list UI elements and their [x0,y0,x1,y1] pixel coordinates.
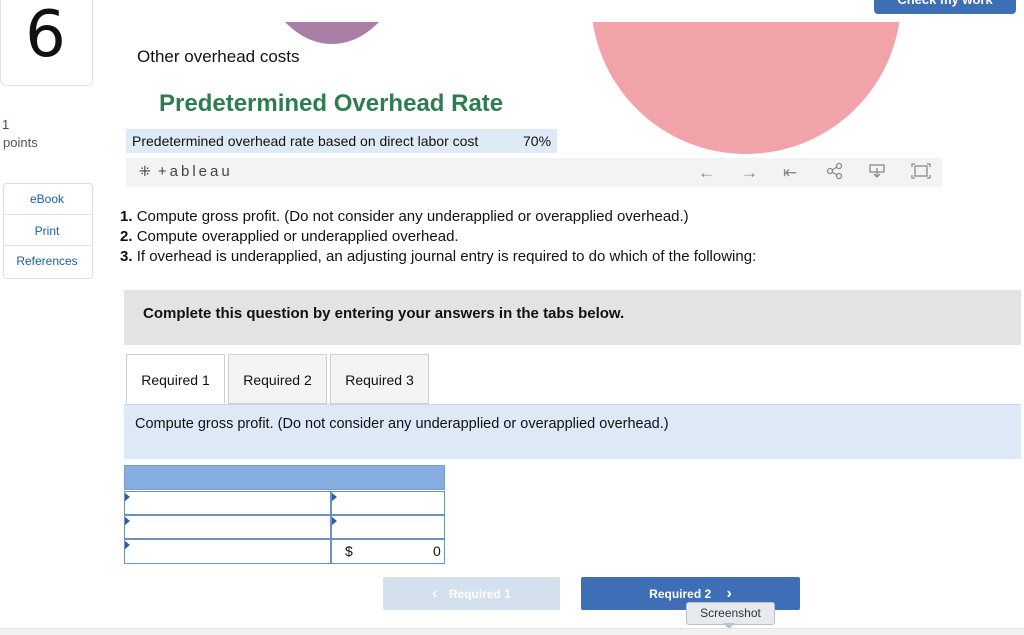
dropdown-marker-icon [332,493,337,501]
row-label-input[interactable] [125,540,330,563]
rate-label: Predetermined overhead rate based on dir… [132,133,479,149]
dropdown-marker-icon [125,493,130,501]
undo-icon[interactable]: ← [698,163,715,183]
sidebar-item-ebook[interactable]: eBook [3,192,91,206]
instruction-item: 2. Compute overapplied or underapplied o… [120,228,459,245]
row-label-cell [124,515,331,539]
dropdown-marker-icon [125,541,130,549]
row-value-cell [331,515,445,539]
row-value-input[interactable] [332,516,444,538]
row-label-input[interactable] [125,516,330,538]
tab-required-3[interactable]: Required 3 [330,354,429,404]
tableau-logo: ⁜ +ableau [139,163,233,180]
instruction-item: 3. If overhead is underapplied, an adjus… [120,248,756,265]
fullscreen-icon[interactable] [910,162,932,185]
sidebar-item-references[interactable]: References [3,254,91,268]
rate-value: 70% [523,133,552,149]
instruction-item: 1. Compute gross profit. (Do not conside… [120,208,689,225]
total-value: 0 [433,543,441,559]
dropdown-marker-icon [332,517,337,525]
question-number: 6 [25,0,66,72]
instruction-number: 2. [120,228,133,245]
row-label-input[interactable] [125,492,330,514]
prev-button-label: Required 1 [448,587,511,601]
row-value-cell [331,491,445,515]
next-button-label: Required 2 [649,587,712,601]
download-icon[interactable] [868,162,886,185]
prev-button[interactable]: ‹ Required 1 [383,577,560,610]
screenshot-tooltip: Screenshot [686,602,775,625]
tableau-wordmark: +ableau [157,163,233,180]
chart-shape-pink [591,0,901,154]
redo-icon[interactable]: → [741,163,758,183]
chevron-right-icon: › [726,585,732,602]
points-value: 1 [2,117,10,132]
complete-banner-text: Complete this question by entering your … [143,305,625,322]
tab-panel-instruction: Compute gross profit. (Do not consider a… [135,416,669,432]
tab-required-1[interactable]: Required 1 [126,354,225,404]
instruction-text: If overhead is underapplied, an adjustin… [136,248,757,265]
other-overhead-label: Other overhead costs [137,47,300,66]
instruction-number: 1. [120,208,133,225]
row-label-cell [124,539,331,564]
dropdown-marker-icon [125,517,130,525]
currency-symbol: $ [345,543,353,559]
section-title: Predetermined Overhead Rate [159,90,504,117]
share-icon[interactable] [826,162,844,185]
instruction-text: Compute gross profit. (Do not consider a… [136,208,689,225]
sidebar-item-print[interactable]: Print [3,224,91,238]
sidebar-divider [3,214,91,215]
row-value-input[interactable] [332,492,444,514]
instruction-number: 3. [120,248,133,265]
instruction-text: Compute overapplied or underapplied over… [136,228,459,245]
chevron-left-icon: ‹ [432,585,438,602]
tab-required-2[interactable]: Required 2 [228,354,327,404]
top-mask [0,0,1024,22]
revert-icon[interactable]: ⇤ [783,163,797,183]
points-label: points [3,135,38,150]
tableau-toolbar [126,158,942,187]
answer-grid-header [124,465,445,490]
row-label-cell [124,491,331,515]
sidebar-divider [3,245,91,246]
check-my-work-button[interactable]: Check my work [874,0,1016,14]
tableau-mark-icon: ⁜ [139,163,151,179]
